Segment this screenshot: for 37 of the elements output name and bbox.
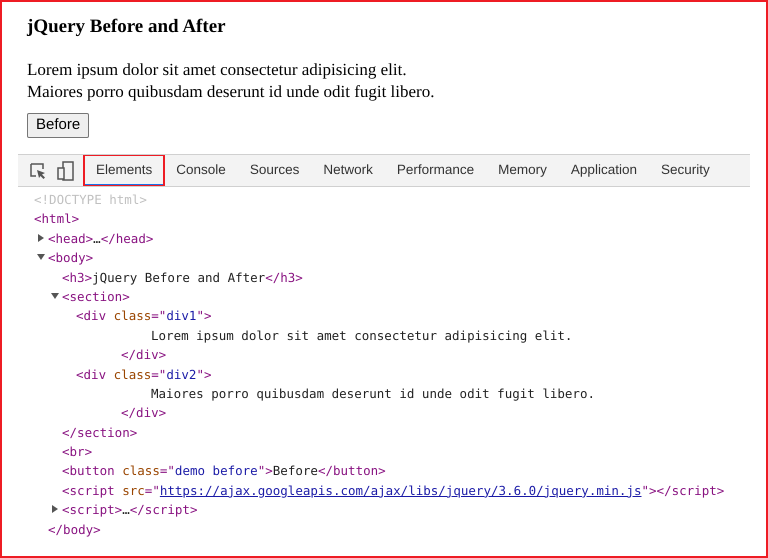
code-line: <h3>jQuery Before and After</h3> [62, 270, 303, 285]
code-line: <script>…</script> [62, 502, 198, 518]
code-line: <script src="https://ajax.googleapis.com/ajax/libs/jquery/3.6.0/jquery.min.js"></script> [62, 482, 724, 498]
code-line: <body> [48, 250, 94, 266]
devtools-tab[interactable]: Application [558, 155, 649, 186]
devtools-tab[interactable]: Elements [84, 155, 164, 186]
code-line: <head>…</head> [48, 230, 154, 246]
page-heading: jQuery Before and After [27, 15, 226, 39]
devtools-tab[interactable]: Console [164, 155, 238, 186]
code-line: </div> [121, 405, 166, 420]
code-line: <button class="demo before">Before</button> [62, 463, 386, 478]
devtools-tab[interactable]: Sources [238, 155, 312, 186]
code-line: <div class="div1"> [76, 308, 212, 324]
code-line: </body> [48, 522, 101, 537]
expand-arrow-icon[interactable] [37, 234, 45, 242]
device-icon[interactable] [57, 160, 75, 180]
devtools-tab[interactable]: Security [648, 155, 722, 186]
code-line: </section> [62, 424, 138, 440]
code-line: Maiores porro quibusdam deserunt id unde odit fugit libero. [151, 386, 596, 401]
before-button[interactable]: Before [27, 113, 90, 138]
code-line: <div class="div2"> [76, 366, 212, 382]
devtools-tab[interactable]: Network [311, 155, 385, 186]
code-line: </div> [121, 347, 166, 362]
script-link[interactable]: https://ajax.googleapis.com/ajax/libs/jquery/3.6.0/jquery.min.js [160, 482, 642, 498]
code-line: <!DOCTYPE html> [34, 192, 147, 207]
paragraph-line: Lorem ipsum dolor sit amet consectetur adipisicing elit. [27, 59, 407, 81]
expand-arrow-icon[interactable] [51, 505, 59, 514]
code-line: Lorem ipsum dolor sit amet consectetur adipisicing elit. [151, 328, 572, 343]
devtools-tab[interactable]: Memory [486, 155, 559, 186]
devtools-tab[interactable]: Performance [384, 155, 486, 186]
code-line: <section> [62, 288, 130, 304]
code-line: <br> [62, 444, 92, 460]
paragraph-line: Maiores porro quibusdam deserunt id unde odit fugit libero. [27, 81, 434, 103]
collapse-arrow-icon[interactable] [51, 292, 59, 300]
inspect-icon[interactable] [29, 162, 47, 180]
collapse-arrow-icon[interactable] [37, 253, 45, 262]
code-line: <html> [34, 211, 80, 226]
